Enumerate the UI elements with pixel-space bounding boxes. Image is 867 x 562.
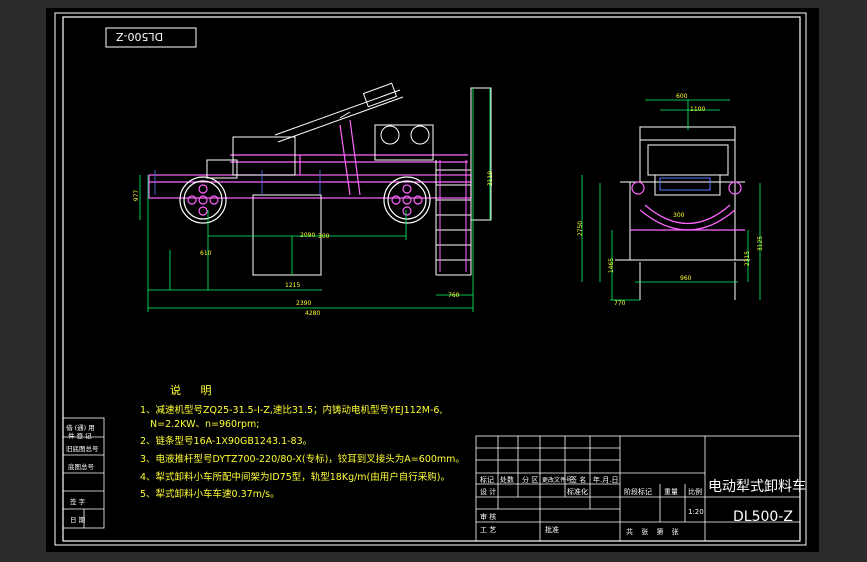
dim-front-760: 760 [448,292,460,299]
side-row-4: 底图总号 [68,463,94,471]
note-4: 4、犁式卸料小车所配中间架为ID75型，轨型18Kg/m(由用户自行采购)。 [140,472,450,483]
tb-process: 工 艺 [480,526,497,534]
dim-side-770: 770 [614,300,626,307]
drawing-stamp: DL500-Z [116,30,164,43]
dim-side-960: 960 [680,275,692,282]
dim-side-2750: 2750 [577,220,585,237]
dim-side-600: 600 [676,93,688,100]
dim-front-977: 977 [133,189,141,202]
dim-side-300: 300 [673,212,685,219]
drawing-code: DL500-Z [733,509,793,525]
dim-front-610: 610 [200,250,212,257]
note-3: 3、电液推杆型号DYTZ700-220/80-X(专标)，铰耳到叉接头为A=60… [140,454,465,465]
tb-design: 设 计 [480,488,497,496]
note-1b: N=2.2KW、n=960rpm; [150,419,260,430]
tb-weight: 重量 [664,488,678,496]
tb-date: 年.月.日 [593,476,619,484]
tb-scale: 1:20 [688,508,704,516]
tb-review: 审 核 [480,513,497,521]
front-view [139,82,492,312]
notes-title: 说 明 [170,384,220,397]
note-2: 2、链条型号16A-1X90GB1243.1-83。 [140,436,313,447]
dim-front-2390: 2390 [296,300,312,307]
tb-scale-label: 比例 [688,488,702,496]
tb-sheets: 共 张 第 张 [626,528,682,536]
tb-count: 处数 [500,476,514,484]
dim-front-1215: 1215 [285,282,301,289]
side-row-5: 签 字 [70,498,86,506]
dim-side-1465: 1465 [608,257,616,274]
tb-sign: 签 名 [570,476,587,484]
dim-front-2090: 2090 [300,232,316,239]
note-5: 5、犁式卸料小车车速0.37m/s。 [140,489,280,500]
dim-side-2315: 2315 [744,250,752,267]
tb-zone: 分 区 [522,476,539,484]
tb-mark: 标记 [480,476,494,484]
dim-front-height: 3119 [487,170,495,187]
dim-front-300: 300 [318,233,330,240]
note-1: 1、减速机型号ZQ25-31.5-I-Z,速比31.5；内铸动电机型号YEJ11… [140,405,443,416]
side-row-6: 日 期 [70,516,86,524]
tb-stage-mark: 阶段标记 [624,488,652,496]
dim-side-3125: 3125 [757,235,765,252]
tb-change-doc: 更改文件号 [542,477,573,484]
tb-approve: 批准 [545,526,559,534]
drawing-name: 电动犁式卸料车 [708,479,806,495]
side-row-2: 件 登 记 [68,432,92,440]
outer-border [54,12,807,546]
dim-front-4280: 4280 [305,310,321,317]
side-row-3: 旧底图总号 [66,445,99,453]
dim-side-1100: 1100 [690,106,706,113]
tb-standard: 标准化 [567,488,588,496]
